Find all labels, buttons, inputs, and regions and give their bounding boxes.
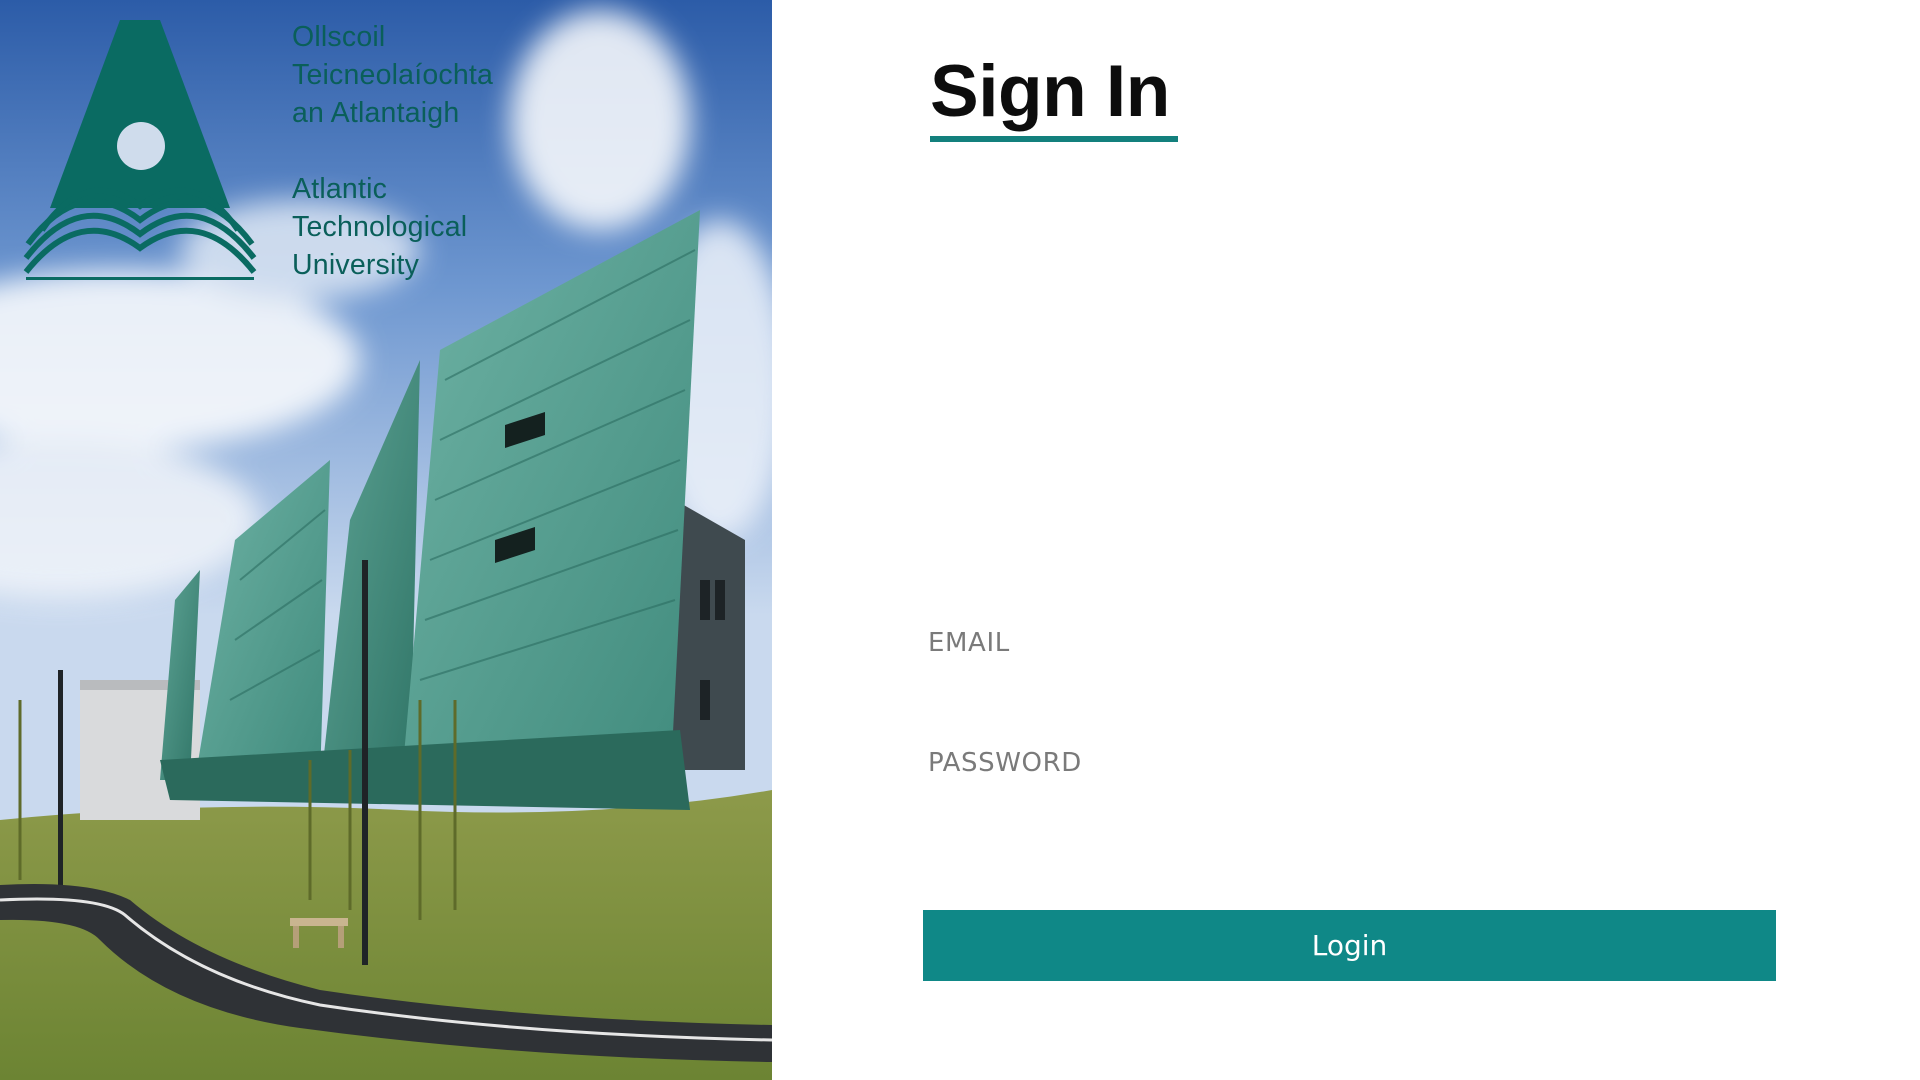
sign-in-form: Sign In EMAIL PASSWORD Login	[772, 0, 1920, 1080]
password-label: PASSWORD	[928, 748, 1082, 778]
brand-english-line-2: Technological	[292, 211, 468, 243]
email-label: EMAIL	[928, 628, 1010, 658]
brand-spacer	[292, 132, 493, 170]
password-field[interactable]	[928, 788, 1774, 832]
brand-irish-line-1: Ollscoil	[292, 21, 386, 53]
brand-english-line-1: Atlantic	[292, 173, 388, 205]
title-underline	[930, 136, 1178, 142]
university-name: Ollscoil Teicneolaíochta an Atlantaigh A…	[292, 18, 493, 284]
atu-triangle-logo-icon	[23, 20, 257, 280]
page-title: Sign In	[930, 51, 1170, 132]
hero-campus-image: Ollscoil Teicneolaíochta an Atlantaigh A…	[0, 0, 772, 1080]
login-button[interactable]: Login	[923, 910, 1776, 981]
brand-english-line-3: University	[292, 249, 420, 281]
brand-irish-line-2: Teicneolaíochta	[292, 59, 494, 91]
brand-irish-line-3: an Atlantaigh	[292, 97, 460, 129]
university-logo: Ollscoil Teicneolaíochta an Atlantaigh A…	[20, 18, 540, 288]
email-field[interactable]	[928, 668, 1774, 712]
sign-in-page: Ollscoil Teicneolaíochta an Atlantaigh A…	[0, 0, 1920, 1080]
